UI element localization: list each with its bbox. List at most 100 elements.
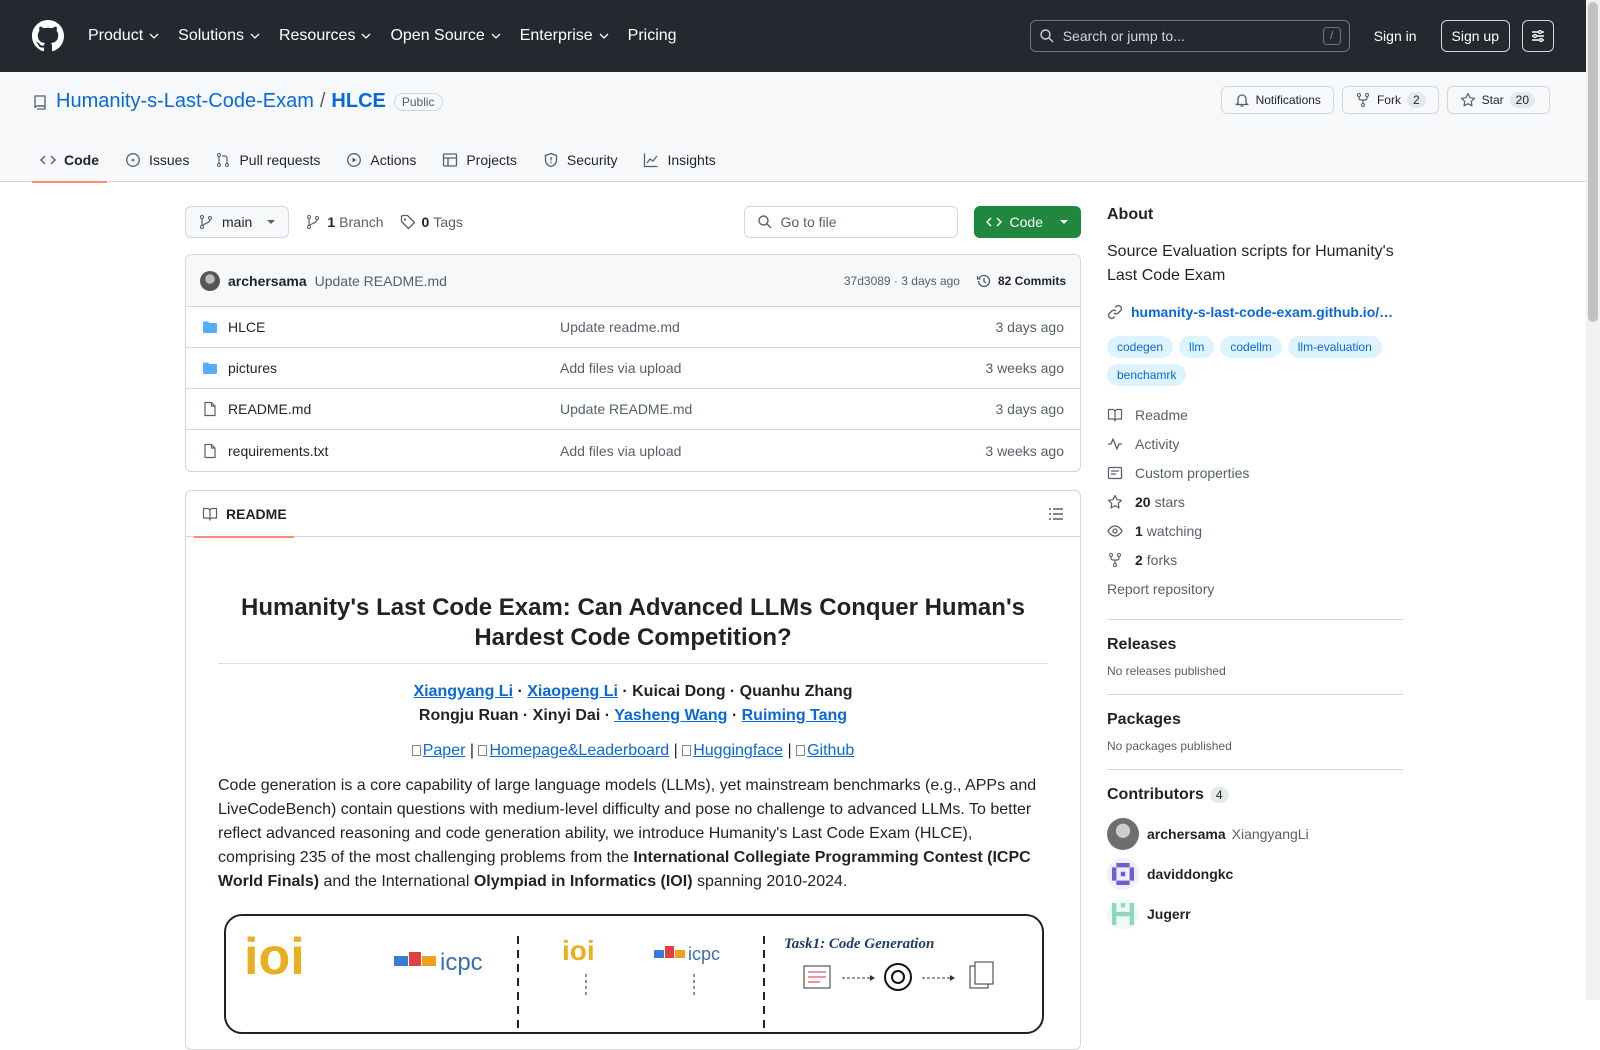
ioi-logo-text-small: ioi [562, 935, 595, 966]
caret-down-icon [267, 220, 276, 224]
file-name[interactable]: requirements.txt [228, 443, 560, 459]
releases-heading[interactable]: Releases [1107, 636, 1403, 654]
nav-enterprise[interactable]: Enterprise [520, 27, 620, 45]
file-name[interactable]: README.md [228, 401, 560, 417]
table-row[interactable]: pictures Add files via upload 3 weeks ag… [186, 348, 1080, 389]
nav-solutions[interactable]: Solutions [178, 27, 271, 45]
contributor-item[interactable]: archersama XiangyangLi [1107, 814, 1403, 854]
commit-message[interactable]: Update README.md [315, 273, 447, 289]
commits-link[interactable]: 82 Commits [976, 273, 1066, 289]
outline-icon[interactable] [1048, 506, 1064, 522]
author-link[interactable]: Ruiming Tang [742, 707, 847, 724]
table-icon [443, 153, 458, 167]
file-name[interactable]: pictures [228, 360, 560, 376]
go-to-file-input[interactable]: Go to file [743, 206, 958, 238]
avatar [1107, 898, 1139, 930]
huggingface-link[interactable]: Huggingface [693, 742, 783, 759]
avatar[interactable] [200, 270, 220, 291]
packages-heading[interactable]: Packages [1107, 711, 1403, 729]
note-icon [1107, 466, 1123, 479]
about-sidebar: About Source Evaluation scripts for Huma… [1107, 206, 1403, 934]
tab-insights[interactable]: Insights [635, 138, 723, 182]
author-link[interactable]: Xiangyang Li [413, 683, 513, 700]
homepage-link[interactable]: humanity-s-last-code-exam.github.io/… [1107, 304, 1403, 320]
custom-properties-link[interactable]: Custom properties [1107, 458, 1403, 487]
fork-button[interactable]: Fork 2 [1341, 86, 1439, 114]
code-dropdown-button[interactable]: Code [973, 206, 1081, 238]
branch-selector[interactable]: main [185, 206, 290, 238]
forks-link[interactable]: 2 forks [1107, 545, 1403, 574]
tab-label: Pull requests [239, 152, 321, 168]
topic-tag[interactable]: benchamrk [1107, 364, 1187, 386]
github-link[interactable]: Github [807, 742, 854, 759]
table-row[interactable]: requirements.txt Add files via upload 3 … [186, 430, 1080, 471]
tab-security[interactable]: Security [535, 138, 626, 182]
nav-open-source[interactable]: Open Source [390, 27, 511, 45]
nav-pricing[interactable]: Pricing [628, 27, 687, 45]
paper-link[interactable]: Paper [423, 742, 466, 759]
pulse-icon [1108, 437, 1122, 450]
divider [1107, 619, 1403, 620]
repo-owner-link[interactable]: Humanity-s-Last-Code-Exam [56, 90, 314, 113]
repo-description: Source Evaluation scripts for Humanity's… [1107, 243, 1394, 284]
author-link[interactable]: Xiaopeng Li [527, 683, 618, 700]
file-commit-message[interactable]: Add files via upload [560, 360, 681, 376]
file-commit-message[interactable]: Update README.md [560, 401, 692, 417]
activity-link[interactable]: Activity [1107, 429, 1403, 458]
scrollbar-thumb[interactable] [1588, 2, 1598, 322]
readme-link[interactable]: Readme [1107, 400, 1403, 429]
star-button[interactable]: Star 20 [1446, 86, 1550, 114]
nav-product[interactable]: Product [88, 27, 170, 45]
table-row[interactable]: HLCE Update readme.md 3 days ago [186, 307, 1080, 348]
main-content: main 1 Branch 0 Tags Go to file Code arche… [185, 206, 1081, 1050]
file-name[interactable]: HLCE [228, 319, 560, 335]
github-logo-icon[interactable] [32, 20, 64, 52]
table-row[interactable]: README.md Update README.md 3 days ago [186, 389, 1080, 430]
sign-up-button[interactable]: Sign up [1440, 20, 1510, 52]
report-repository-link[interactable]: Report repository [1107, 574, 1403, 603]
topic-tag[interactable]: llm [1179, 336, 1215, 358]
contributors-heading[interactable]: Contributors 4 [1107, 786, 1403, 804]
tab-label: Projects [466, 152, 517, 168]
tab-issues[interactable]: Issues [117, 138, 197, 182]
nav-resources[interactable]: Resources [279, 27, 382, 45]
emoji-placeholder-icon [478, 745, 488, 756]
link-separator: | [669, 742, 683, 759]
file-commit-message[interactable]: Update readme.md [560, 319, 680, 335]
commit-author[interactable]: archersama [228, 273, 307, 289]
search-input[interactable]: Search or jump to... / [1029, 20, 1350, 52]
tags-link[interactable]: 0 Tags [400, 214, 463, 230]
contributor-item[interactable]: Jugerr [1107, 894, 1403, 934]
topic-tag[interactable]: codegen [1107, 336, 1174, 358]
author-separator: · [727, 707, 742, 724]
menu-button[interactable] [1522, 20, 1554, 52]
commit-meta[interactable]: 37d3089 · 3 days ago [844, 274, 960, 288]
tab-code[interactable]: Code [32, 138, 107, 183]
file-commit-message[interactable]: Add files via upload [560, 443, 681, 459]
branch-icon [307, 215, 320, 229]
notifications-button[interactable]: Notifications [1220, 86, 1334, 114]
tab-projects[interactable]: Projects [434, 138, 525, 182]
shield-icon [544, 152, 558, 168]
readme-tab-label: README [226, 505, 287, 522]
link-separator: | [465, 742, 479, 759]
search-placeholder: Search or jump to... [1062, 28, 1185, 44]
page-scrollbar[interactable] [1586, 0, 1600, 1000]
caret-down-icon [1060, 220, 1068, 224]
topic-tag[interactable]: llm-evaluation [1287, 336, 1382, 358]
sign-in-link[interactable]: Sign in [1362, 28, 1429, 44]
tab-pull-requests[interactable]: Pull requests [207, 138, 328, 182]
contributor-item[interactable]: daviddongkc [1107, 854, 1403, 894]
overview-figure: ioi icpc ioi icpc Task1: Code Generation [224, 914, 1044, 1034]
header-right: Search or jump to... / Sign in Sign up [1029, 20, 1554, 52]
stat-label: forks [1146, 551, 1178, 568]
repo-name-link[interactable]: HLCE [331, 90, 385, 113]
author-link[interactable]: Yasheng Wang [614, 707, 727, 724]
readme-tab[interactable]: README [194, 491, 295, 538]
stars-link[interactable]: 20 stars [1107, 487, 1403, 516]
watching-link[interactable]: 1 watching [1107, 516, 1403, 545]
branches-link[interactable]: 1 Branch [305, 214, 384, 230]
tab-actions[interactable]: Actions [338, 138, 424, 182]
homepage-link[interactable]: Homepage&Leaderboard [489, 742, 669, 759]
topic-tag[interactable]: codellm [1220, 336, 1282, 358]
